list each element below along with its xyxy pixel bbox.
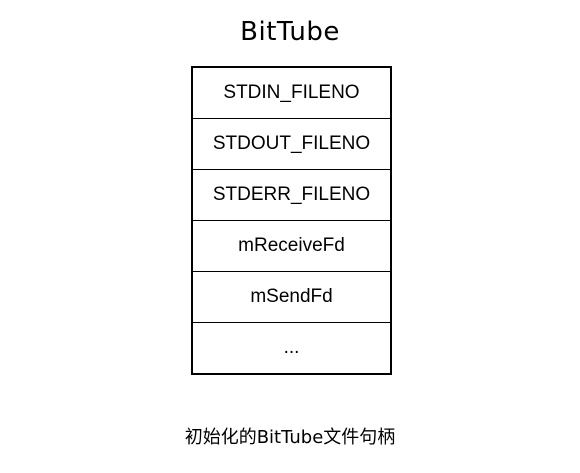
fd-cell-send: mSendFd [193, 272, 390, 323]
fd-cell-receive: mReceiveFd [193, 221, 390, 272]
file-descriptor-table: STDIN_FILENO STDOUT_FILENO STDERR_FILENO… [191, 66, 392, 375]
diagram-title: BitTube [240, 17, 340, 47]
fd-cell-stdout: STDOUT_FILENO [193, 119, 390, 170]
fd-cell-ellipsis: ... [283, 337, 300, 358]
diagram-caption: 初始化的BitTube文件句柄 [184, 427, 396, 448]
fd-cell-stdin: STDIN_FILENO [193, 68, 390, 119]
fd-cell-stderr: STDERR_FILENO [193, 170, 390, 221]
